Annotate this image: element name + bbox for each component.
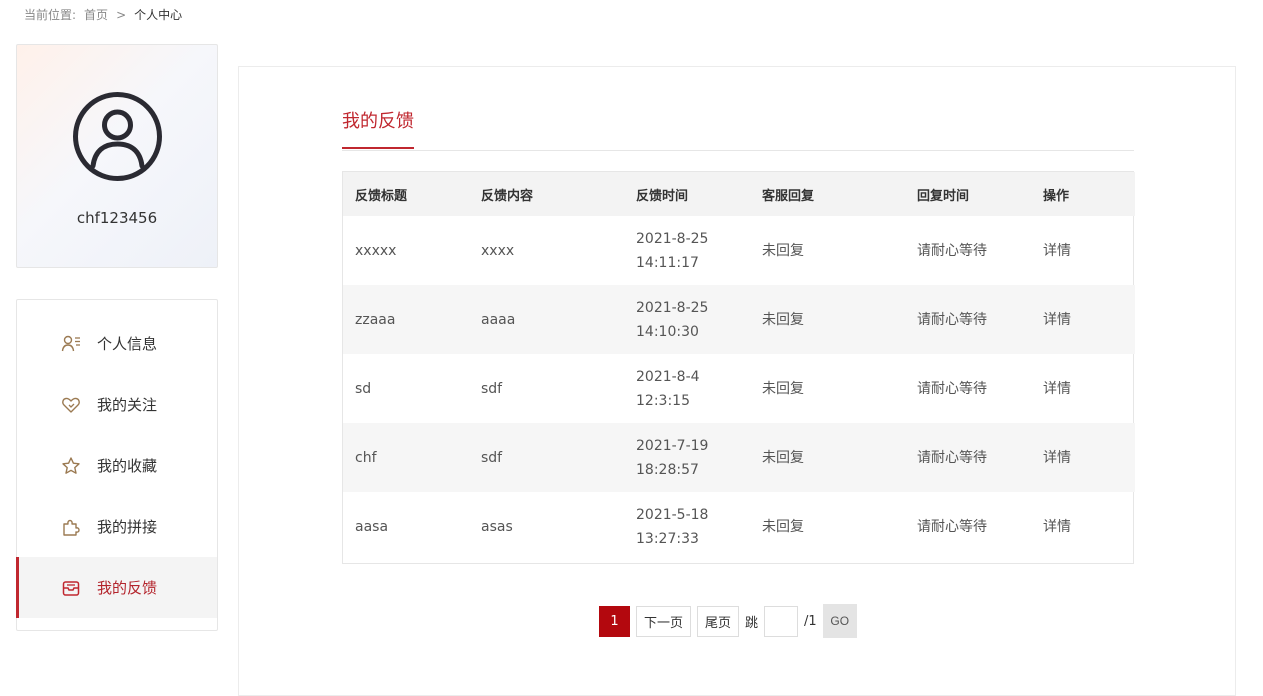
total-pages: /1 (804, 613, 817, 629)
last-page-button[interactable]: 尾页 (697, 605, 740, 637)
cell-action: 详情 (1031, 492, 1135, 561)
detail-link[interactable]: 详情 (1043, 450, 1071, 466)
user-circle-icon[interactable] (71, 90, 164, 183)
cell-reply: 未回复 (762, 380, 804, 397)
cell-date: 2021-8-25 (636, 299, 709, 316)
go-button[interactable]: GO (822, 604, 857, 638)
detail-link[interactable]: 详情 (1043, 519, 1071, 535)
cell-reply: 未回复 (762, 242, 804, 259)
cell-reply-time: 请耐心等待 (917, 518, 987, 535)
cell-content: asas (481, 518, 513, 535)
jump-page-input[interactable] (764, 605, 799, 637)
cell-date: 2021-5-18 (636, 506, 709, 523)
inbox-icon (61, 578, 81, 598)
cell-clock: 18:28:57 (636, 461, 699, 478)
menu-item-my-favorites[interactable]: 我的收藏 (17, 435, 217, 496)
breadcrumb-separator: > (116, 7, 127, 22)
menu-item-my-puzzles[interactable]: 我的拼接 (17, 496, 217, 557)
username: chf123456 (76, 209, 158, 227)
table-row: xxxxx xxxx 2021-8-25 14:11:17 未回复 请耐心等待 详… (343, 216, 1135, 285)
column-header: 操作 (1043, 188, 1070, 204)
next-page-button[interactable]: 下一页 (636, 605, 692, 637)
tab-my-feedback[interactable]: 我的反馈 (342, 107, 414, 149)
menu-item-profile-info[interactable]: 个人信息 (17, 313, 217, 374)
menu-item-label: 个人信息 (97, 335, 158, 353)
breadcrumb: 当前位置: 首页 > 个人中心 (24, 6, 182, 23)
cell-content: sdf (481, 449, 503, 466)
pagination: 1 下一页 尾页 跳 /1 GO (599, 604, 857, 638)
cell-reply: 未回复 (762, 449, 804, 466)
cell-action: 详情 (1031, 216, 1135, 285)
table-row: aasa asas 2021-5-18 13:27:33 未回复 请耐心等待 详情 (343, 492, 1135, 561)
table-header-row: 反馈标题 反馈内容 反馈时间 客服回复 回复时间 操作 (343, 172, 1135, 216)
menu-item-my-follows[interactable]: 我的关注 (17, 374, 217, 435)
feedback-table: 反馈标题 反馈内容 反馈时间 客服回复 回复时间 操作 xxxxx xxxx 2… (342, 171, 1135, 564)
table-row: zzaaa aaaa 2021-8-25 14:10:30 未回复 请耐心等待 详… (343, 285, 1135, 354)
cell-time: 2021-5-18 13:27:33 (624, 492, 750, 561)
cell-action: 详情 (1031, 285, 1135, 354)
cell-title: xxxxx (355, 242, 397, 259)
cell-clock: 14:10:30 (636, 323, 699, 340)
detail-link[interactable]: 详情 (1043, 243, 1071, 259)
cell-date: 2021-8-25 (636, 230, 709, 247)
cell-reply-time: 请耐心等待 (917, 311, 987, 328)
heart-icon (61, 395, 81, 415)
breadcrumb-current: 个人中心 (134, 8, 183, 22)
breadcrumb-prefix: 当前位置: (24, 8, 77, 22)
column-header: 客服回复 (762, 188, 815, 204)
cell-time: 2021-8-25 14:10:30 (624, 285, 750, 354)
cell-content: xxxx (481, 242, 515, 259)
menu-item-label: 我的拼接 (97, 518, 158, 536)
cell-date: 2021-8-4 (636, 368, 700, 385)
menu-item-label: 我的关注 (97, 396, 158, 414)
cell-content: sdf (481, 380, 503, 397)
detail-link[interactable]: 详情 (1043, 312, 1071, 328)
cell-action: 详情 (1031, 354, 1135, 423)
page-button-current[interactable]: 1 (599, 605, 630, 637)
cell-title: aasa (355, 518, 389, 535)
table-row: sd sdf 2021-8-4 12:3:15 未回复 请耐心等待 详情 (343, 354, 1135, 423)
cell-time: 2021-8-4 12:3:15 (624, 354, 750, 423)
cell-title: zzaaa (355, 311, 396, 328)
breadcrumb-home-link[interactable]: 首页 (84, 6, 108, 23)
menu-item-label: 我的收藏 (97, 457, 158, 475)
table-row: chf sdf 2021-7-19 18:28:57 未回复 请耐心等待 详情 (343, 423, 1135, 492)
cell-reply-time: 请耐心等待 (917, 242, 987, 259)
menu-item-my-feedback[interactable]: 我的反馈 (16, 557, 217, 618)
cell-reply: 未回复 (762, 518, 804, 535)
cell-title: sd (355, 380, 372, 397)
column-header: 反馈时间 (636, 188, 689, 204)
cell-reply: 未回复 (762, 311, 804, 328)
puzzle-icon (61, 517, 81, 537)
cell-clock: 14:11:17 (636, 254, 699, 271)
detail-link[interactable]: 详情 (1043, 381, 1071, 397)
user-info-icon (61, 334, 81, 354)
column-header: 反馈标题 (355, 188, 408, 204)
cell-reply-time: 请耐心等待 (917, 380, 987, 397)
column-header: 反馈内容 (481, 188, 534, 204)
cell-date: 2021-7-19 (636, 437, 709, 454)
cell-reply-time: 请耐心等待 (917, 449, 987, 466)
column-header: 回复时间 (917, 188, 970, 204)
side-menu: 个人信息 我的关注 我的收藏 我的拼接 我的反馈 (16, 299, 218, 631)
main-panel: 我的反馈 反馈标题 反馈内容 反馈时间 客服回复 回复时间 操作 xxxxx x… (238, 66, 1236, 696)
cell-time: 2021-7-19 18:28:57 (624, 423, 750, 492)
cell-content: aaaa (481, 311, 516, 328)
profile-card: chf123456 (16, 44, 218, 268)
star-icon (61, 456, 81, 476)
tab-header: 我的反馈 (342, 107, 1134, 151)
cell-clock: 12:3:15 (636, 392, 690, 409)
cell-time: 2021-8-25 14:11:17 (624, 216, 750, 285)
menu-item-label: 我的反馈 (97, 579, 158, 597)
jump-label: 跳 (745, 615, 759, 631)
cell-clock: 13:27:33 (636, 530, 699, 547)
cell-title: chf (355, 449, 377, 466)
cell-action: 详情 (1031, 423, 1135, 492)
